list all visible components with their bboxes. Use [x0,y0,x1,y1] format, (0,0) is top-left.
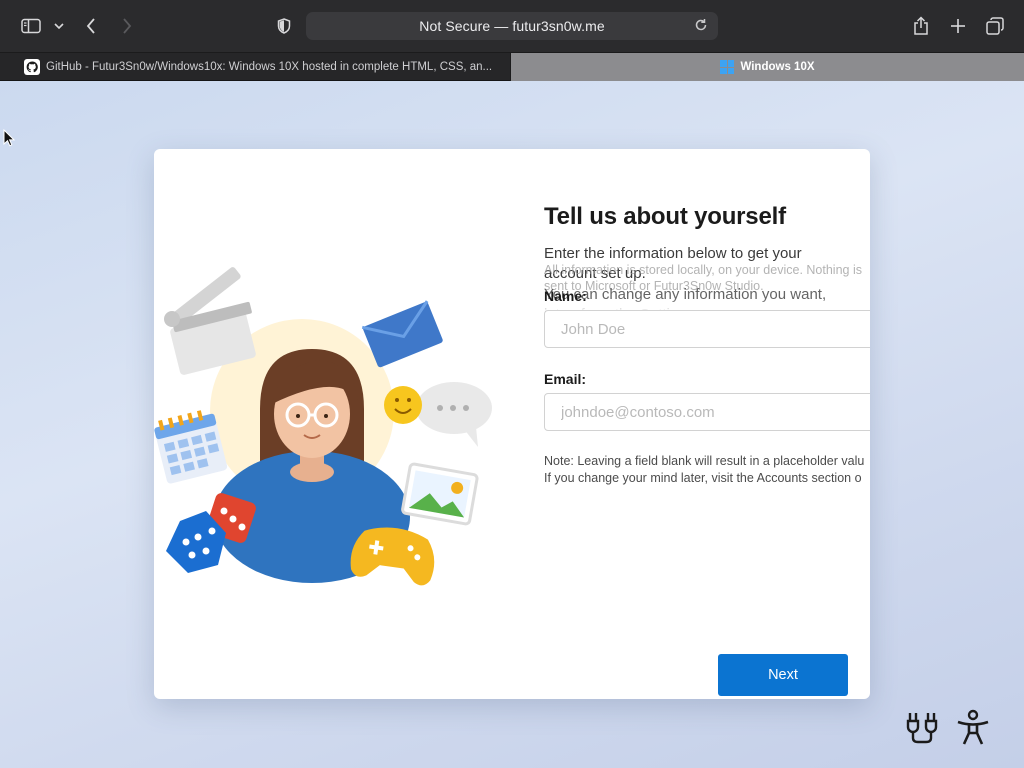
forward-icon[interactable] [118,12,136,40]
windows-logo-icon [720,60,735,74]
back-icon[interactable] [82,12,100,40]
next-button[interactable]: Next [718,654,848,696]
clapperboard-icon [164,267,256,375]
github-icon [24,59,40,75]
reload-icon[interactable] [694,18,710,34]
tab-windows-10x-label: Windows 10X [740,61,815,73]
sidebar-icon[interactable] [20,12,42,40]
tab-windows-10x[interactable]: Windows 10X [511,53,1024,81]
address-text: Not Secure — futur3sn0w.me [419,18,605,34]
note-line-2: If you change your mind later, visit the… [544,471,862,485]
tab-github[interactable]: GitHub - Futur3Sn0w/Windows10x: Windows … [0,53,510,81]
share-icon[interactable] [911,12,931,40]
photo-icon [401,462,479,526]
browser-toolbar: Not Secure — futur3sn0w.me [0,0,1024,52]
blank-field-note: Note: Leaving a field blank will result … [544,453,870,487]
setup-illustration [154,259,504,589]
mouse-cursor-icon [3,128,16,152]
new-tab-icon[interactable] [948,12,968,40]
page-viewport: Tell us about yourself Enter the informa… [0,81,1024,768]
email-label: Email: [544,371,587,387]
name-label: Name: [544,288,587,304]
setup-card: Tell us about yourself Enter the informa… [154,149,870,699]
address-bar[interactable]: Not Secure — futur3sn0w.me [306,12,718,40]
email-field[interactable] [544,393,870,431]
chat-bubble-icon [416,382,492,447]
connectivity-icon[interactable] [904,709,940,750]
name-field[interactable] [544,310,870,348]
accessibility-icon[interactable] [954,709,992,752]
tab-overview-icon[interactable] [985,12,1005,40]
chevron-down-icon[interactable] [52,12,66,40]
page-title: Tell us about yourself [544,203,786,230]
smiley-icon [384,386,422,424]
tab-github-label: GitHub - Futur3Sn0w/Windows10x: Windows … [46,61,493,73]
note-line-1: Note: Leaving a field blank will result … [544,454,865,468]
tab-strip: GitHub - Futur3Sn0w/Windows10x: Windows … [0,52,1024,81]
shield-icon[interactable] [275,12,293,40]
